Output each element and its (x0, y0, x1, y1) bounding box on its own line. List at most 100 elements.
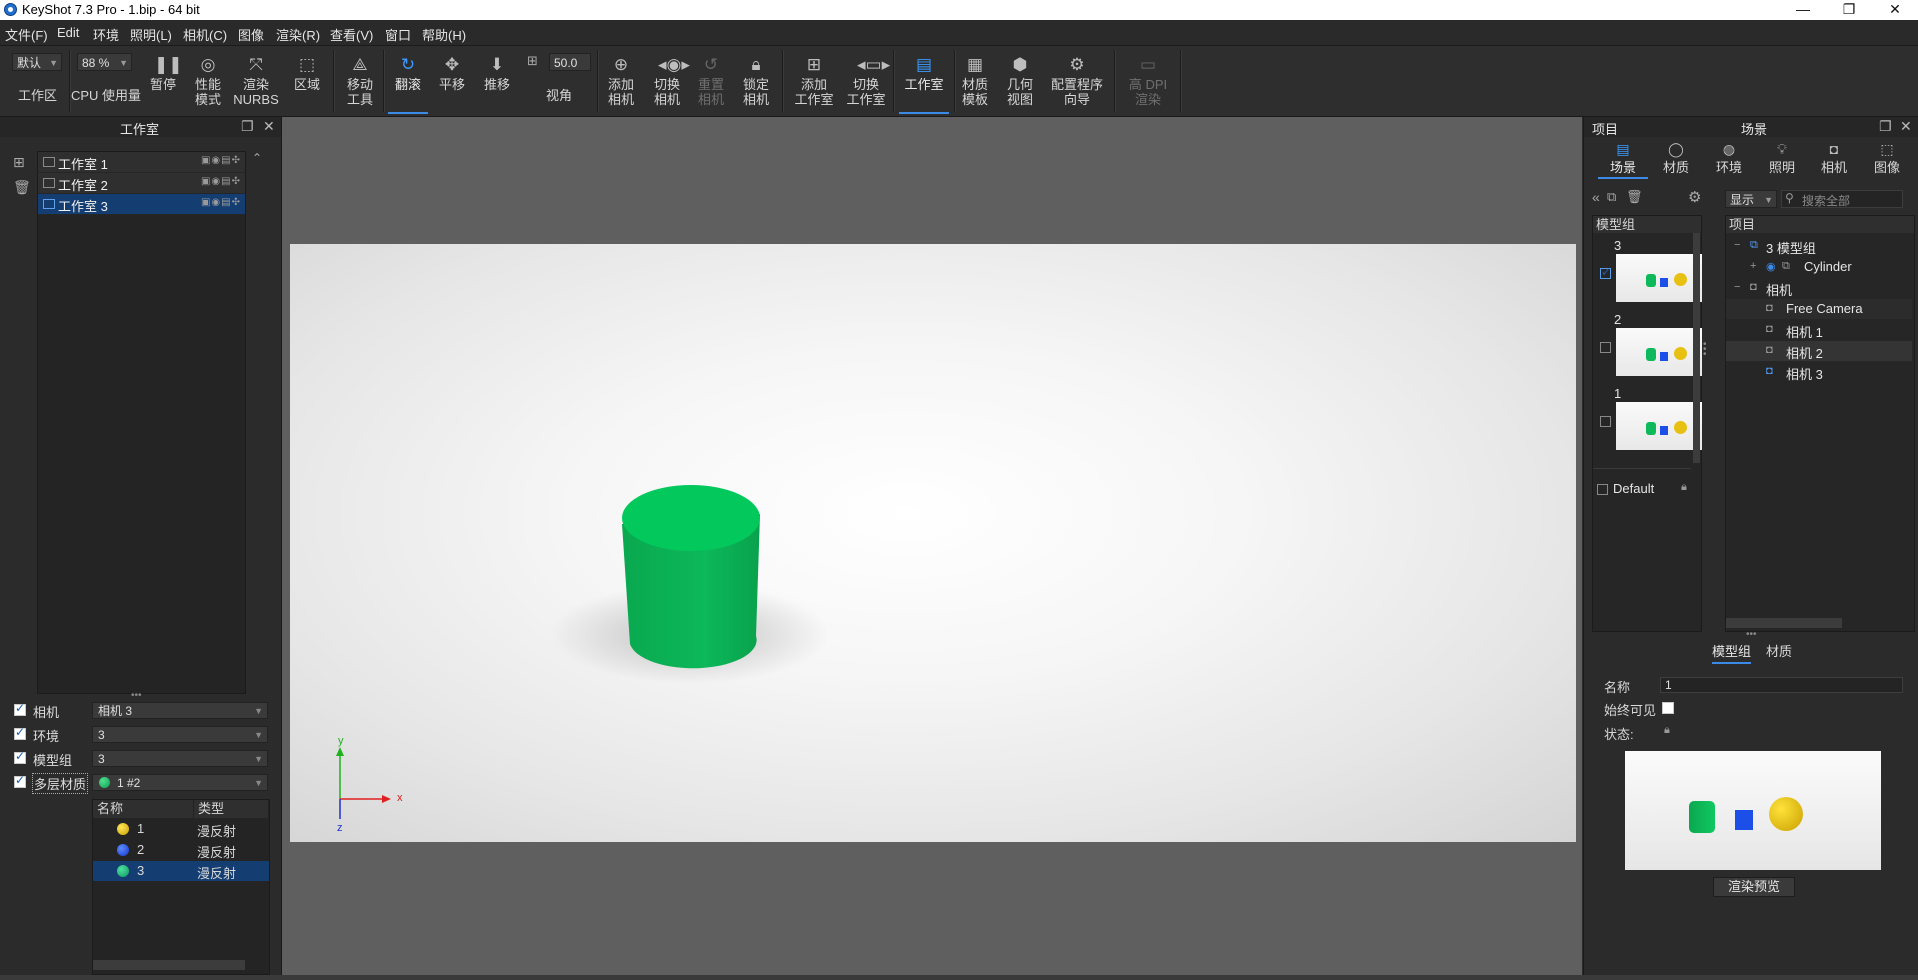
model-group-checkbox[interactable] (1600, 342, 1611, 353)
maximize-button[interactable]: ❐ (1826, 0, 1872, 20)
table-row[interactable]: 2 漫反射 (93, 840, 269, 860)
render-nurbs-button[interactable]: ⤧ 渲染 NURBS (233, 46, 279, 116)
reset-camera-button[interactable]: ↺ 重置 相机 (693, 46, 729, 116)
environment-checkbox[interactable] (14, 725, 26, 740)
model-group-card[interactable]: 2 (1596, 312, 1704, 384)
tree-item-model-group[interactable]: − ⧉ 3 模型组 (1726, 236, 1912, 256)
pause-button[interactable]: ❚❚ 暂停 (146, 46, 183, 116)
tab-camera[interactable]: ◘ 相机 (1809, 141, 1859, 175)
resize-handle-icon[interactable]: ••• (131, 690, 142, 701)
always-visible-checkbox[interactable] (1662, 702, 1674, 714)
high-dpi-render-button[interactable]: ▭ 高 DPI 渲染 (1120, 46, 1176, 116)
field-of-view-input[interactable]: 50.0 (549, 53, 591, 71)
model-group-card[interactable]: 1 (1596, 386, 1704, 458)
multilayer-material-select[interactable]: 1 #2 ▼ (92, 774, 268, 791)
subtab-material[interactable]: 材质 (1766, 641, 1792, 660)
delete-icon[interactable]: 🗑︎ (13, 179, 31, 196)
collapse-toggle-icon[interactable]: − (1734, 239, 1740, 251)
add-studio-button[interactable]: ⊞ 添加 工作室 (788, 46, 840, 116)
dolly-button[interactable]: ⬇ 推移 (479, 46, 515, 116)
default-group-checkbox[interactable] (1597, 484, 1608, 495)
switch-camera-button[interactable]: ◂◉▸ 切换 相机 (648, 46, 690, 116)
pan-button[interactable]: ✥ 平移 (434, 46, 470, 116)
menu-camera[interactable]: 相机(C) (183, 25, 227, 44)
table-row[interactable]: 1 漫反射 (93, 819, 269, 839)
subtab-model-group[interactable]: 模型组 (1712, 641, 1752, 664)
menu-environment[interactable]: 环境 (93, 25, 119, 44)
menu-lighting[interactable]: 照明(L) (130, 25, 172, 44)
table-row-selected[interactable]: 3 漫反射 (93, 861, 269, 881)
menu-view[interactable]: 查看(V) (330, 25, 373, 44)
material-template-button[interactable]: ▦ 材质 模板 (957, 46, 993, 116)
environment-select[interactable]: 3 ▼ (92, 726, 268, 743)
model-group-checkbox[interactable] (1600, 265, 1611, 279)
performance-mode-button[interactable]: ◎ 性能 模式 (188, 46, 228, 116)
float-panel-icon[interactable]: ❐ (241, 118, 254, 135)
lock-camera-button[interactable]: 🔒︎ 锁定 相机 (738, 46, 774, 116)
settings-gear-icon[interactable]: ⚙ (1688, 188, 1701, 206)
model-group-checkbox[interactable] (1600, 416, 1611, 427)
tumble-button[interactable]: ↻ 翻滚 (386, 46, 430, 116)
expand-toggle-icon[interactable]: + (1750, 260, 1756, 272)
vertical-scrollbar[interactable] (1693, 233, 1700, 463)
collapse-toggle-icon[interactable]: − (1734, 281, 1740, 293)
tree-item-camera-2[interactable]: ◘ 相机 2 (1726, 341, 1912, 361)
studio-row[interactable]: 工作室 1 ▣◉▤✣ (38, 152, 245, 173)
multilayer-material-checkbox[interactable] (14, 773, 26, 788)
display-combo[interactable]: 显示 ▼ (1725, 190, 1777, 208)
tree-item-cameras[interactable]: − ◘ 相机 (1726, 278, 1912, 298)
render-viewport[interactable]: y x z (282, 117, 1582, 975)
region-button[interactable]: ⬚ 区域 (289, 46, 325, 116)
add-studio-icon[interactable]: ⊞ (13, 154, 25, 171)
tab-material[interactable]: ◯ 材质 (1651, 141, 1701, 175)
workspace-combo[interactable]: 默认 ▼ (12, 53, 62, 71)
menu-file[interactable]: 文件(F) (5, 25, 48, 44)
name-input[interactable]: 1 (1660, 677, 1903, 693)
tab-image[interactable]: ⬚ 图像 (1862, 141, 1912, 175)
close-window-button[interactable]: ✕ (1872, 0, 1918, 20)
tab-lighting[interactable]: 💡︎ 照明 (1757, 141, 1807, 175)
model-group-card[interactable]: 3 (1596, 238, 1704, 310)
tree-item-camera-3[interactable]: ◘ 相机 3 (1726, 362, 1912, 382)
configurator-wizard-button[interactable]: ⚙ 配置程序 向导 (1047, 46, 1107, 116)
geometry-view-button[interactable]: ⬢ 几何 视图 (1002, 46, 1038, 116)
delete-icon[interactable]: 🗑︎ (1626, 189, 1643, 205)
tab-environment[interactable]: ◍ 环境 (1704, 141, 1754, 175)
render-preview-button[interactable]: 渲染预览 (1713, 877, 1795, 897)
camera-checkbox[interactable] (14, 701, 26, 716)
float-panel-icon[interactable]: ❐ (1879, 118, 1892, 135)
visibility-eye-icon[interactable]: ◉ (1766, 260, 1776, 273)
tree-item-cylinder[interactable]: + ◉ ⧉ Cylinder (1726, 257, 1912, 277)
lock-icon[interactable]: 🔒︎ (1681, 481, 1687, 494)
collapse-up-icon[interactable]: ⌃ (252, 151, 262, 165)
menu-help[interactable]: 帮助(H) (422, 25, 466, 44)
search-field[interactable]: ⚲ 搜索全部 (1781, 190, 1903, 208)
tree-item-camera-1[interactable]: ◘ 相机 1 (1726, 320, 1912, 340)
tab-scene[interactable]: ▤ 场景 (1598, 141, 1648, 179)
move-tool-button[interactable]: ⟁ 移动 工具 (340, 46, 380, 116)
camera-select[interactable]: 相机 3 ▼ (92, 702, 268, 719)
horizontal-scrollbar[interactable] (93, 960, 245, 970)
collapse-left-icon[interactable]: « (1592, 189, 1600, 205)
column-header-type[interactable]: 类型 (194, 800, 269, 818)
duplicate-icon[interactable]: ⧉ (1607, 189, 1616, 205)
tree-item-free-camera[interactable]: ◘ Free Camera (1726, 299, 1912, 319)
cpu-usage-combo[interactable]: 88 % ▼ (77, 53, 132, 71)
splitter-handle-icon[interactable]: • • • (1703, 340, 1707, 360)
horizontal-scrollbar[interactable] (1726, 618, 1842, 628)
menu-window[interactable]: 窗口 (385, 25, 411, 44)
studio-button[interactable]: ▤ 工作室 (897, 46, 951, 116)
minimize-button[interactable]: — (1780, 0, 1826, 20)
column-header-name[interactable]: 名称 (93, 800, 194, 818)
add-camera-button[interactable]: ⊕ 添加 相机 (603, 46, 639, 116)
menu-image[interactable]: 图像 (238, 25, 264, 44)
render-canvas[interactable]: y x z (290, 244, 1576, 842)
switch-studio-button[interactable]: ◂▭▸ 切换 工作室 (841, 46, 891, 116)
menu-edit[interactable]: Edit (57, 25, 79, 40)
lock-icon[interactable]: 🔒︎ (1664, 724, 1670, 737)
studio-row[interactable]: 工作室 2 ▣◉▤✣ (38, 173, 245, 194)
studio-row-selected[interactable]: 工作室 3 ▣◉▤✣ (38, 194, 245, 215)
menu-render[interactable]: 渲染(R) (276, 25, 320, 44)
resize-handle-icon[interactable]: ••• (1746, 629, 1757, 640)
model-group-checkbox[interactable] (14, 749, 26, 764)
